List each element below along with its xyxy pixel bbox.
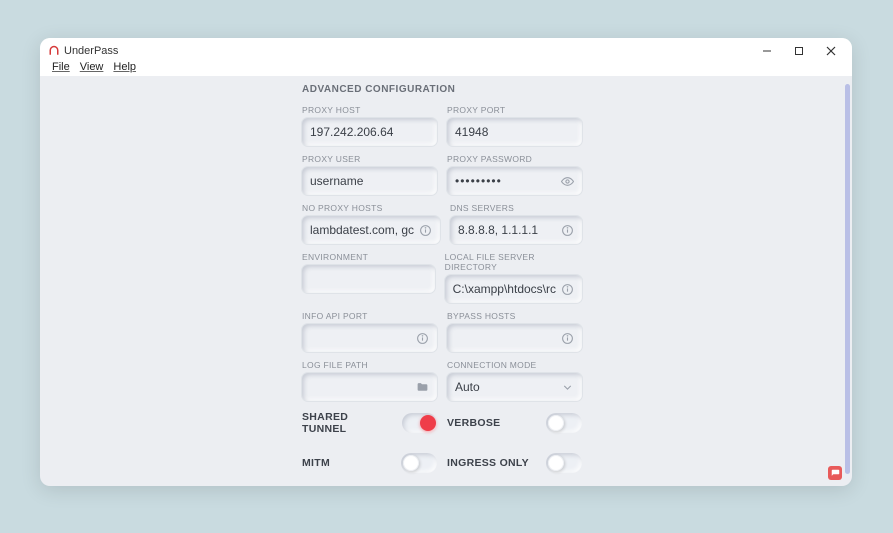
toggle-shared-tunnel-group: SHARED TUNNEL xyxy=(302,411,437,435)
field-conn-mode: CONNECTION MODE Auto xyxy=(447,360,582,401)
field-dns-servers: DNS SERVERS 8.8.8.8, 1.1.1.1 xyxy=(450,203,582,244)
app-logo-icon xyxy=(48,45,60,57)
info-icon[interactable] xyxy=(560,331,574,345)
app-window: UnderPass File View Help ADVANCED CONFIG… xyxy=(40,38,852,486)
input-no-proxy[interactable]: lambdatest.com, gc xyxy=(302,216,440,244)
menu-file[interactable]: File xyxy=(48,61,74,73)
label-conn-mode: CONNECTION MODE xyxy=(447,360,582,370)
maximize-button[interactable] xyxy=(792,44,806,58)
scroll-region: ADVANCED CONFIGURATION PROXY HOST 197.24… xyxy=(40,76,844,486)
info-icon[interactable] xyxy=(418,223,432,237)
titlebar: UnderPass xyxy=(40,38,852,60)
info-icon[interactable] xyxy=(560,282,574,296)
close-button[interactable] xyxy=(824,44,838,58)
input-proxy-host[interactable]: 197.242.206.64 xyxy=(302,118,437,146)
toggle-mitm-group: MITM xyxy=(302,453,437,473)
menubar: File View Help xyxy=(40,60,852,76)
toggle-mitm[interactable] xyxy=(401,453,437,473)
field-local-dir: LOCAL FILE SERVER DIRECTORY C:\xampp\htd… xyxy=(445,252,582,303)
label-mitm: MITM xyxy=(302,457,330,469)
label-verbose: VERBOSE xyxy=(447,417,500,429)
notification-badge[interactable] xyxy=(828,466,842,480)
input-environment[interactable] xyxy=(302,265,435,293)
label-local-dir: LOCAL FILE SERVER DIRECTORY xyxy=(445,252,582,272)
input-proxy-port[interactable]: 41948 xyxy=(447,118,582,146)
window-title: UnderPass xyxy=(64,45,118,57)
field-bypass-hosts: BYPASS HOSTS xyxy=(447,311,582,352)
input-log-file[interactable] xyxy=(302,373,437,401)
label-log-file: LOG FILE PATH xyxy=(302,360,437,370)
label-ingress: INGRESS ONLY xyxy=(447,457,529,469)
info-icon[interactable] xyxy=(415,331,429,345)
field-proxy-port: PROXY PORT 41948 xyxy=(447,105,582,146)
window-controls xyxy=(760,44,846,58)
input-local-dir[interactable]: C:\xampp\htdocs\rc xyxy=(445,275,582,303)
toggle-verbose[interactable] xyxy=(546,413,582,433)
toggle-ingress[interactable] xyxy=(546,453,582,473)
field-log-file: LOG FILE PATH xyxy=(302,360,437,401)
label-dns-servers: DNS SERVERS xyxy=(450,203,582,213)
input-proxy-password[interactable]: ••••••••• xyxy=(447,167,582,195)
eye-icon[interactable] xyxy=(560,174,574,188)
input-bypass-hosts[interactable] xyxy=(447,324,582,352)
toggle-verbose-group: VERBOSE xyxy=(447,413,582,433)
field-proxy-host: PROXY HOST 197.242.206.64 xyxy=(302,105,437,146)
label-proxy-password: PROXY PASSWORD xyxy=(447,154,582,164)
field-proxy-user: PROXY USER username xyxy=(302,154,437,195)
minimize-button[interactable] xyxy=(760,44,774,58)
menu-view[interactable]: View xyxy=(76,61,108,73)
field-info-api: INFO API PORT xyxy=(302,311,437,352)
folder-icon[interactable] xyxy=(415,380,429,394)
field-proxy-password: PROXY PASSWORD ••••••••• xyxy=(447,154,582,195)
label-shared-tunnel: SHARED TUNNEL xyxy=(302,411,394,435)
label-proxy-host: PROXY HOST xyxy=(302,105,437,115)
section-title: ADVANCED CONFIGURATION xyxy=(302,84,582,95)
label-no-proxy: NO PROXY HOSTS xyxy=(302,203,440,213)
input-info-api[interactable] xyxy=(302,324,437,352)
content-area: ADVANCED CONFIGURATION PROXY HOST 197.24… xyxy=(40,76,852,486)
label-proxy-user: PROXY USER xyxy=(302,154,437,164)
info-icon[interactable] xyxy=(560,223,574,237)
select-conn-mode[interactable]: Auto xyxy=(447,373,582,401)
input-dns-servers[interactable]: 8.8.8.8, 1.1.1.1 xyxy=(450,216,582,244)
field-environment: ENVIRONMENT xyxy=(302,252,435,303)
field-no-proxy: NO PROXY HOSTS lambdatest.com, gc xyxy=(302,203,440,244)
label-info-api: INFO API PORT xyxy=(302,311,437,321)
label-bypass-hosts: BYPASS HOSTS xyxy=(447,311,582,321)
input-proxy-user[interactable]: username xyxy=(302,167,437,195)
advanced-config-form: ADVANCED CONFIGURATION PROXY HOST 197.24… xyxy=(302,84,582,486)
chevron-down-icon xyxy=(560,380,574,394)
menu-help[interactable]: Help xyxy=(109,61,140,73)
scrollbar-thumb[interactable] xyxy=(845,84,850,474)
label-environment: ENVIRONMENT xyxy=(302,252,435,262)
toggle-shared-tunnel[interactable] xyxy=(402,413,437,433)
toggle-ingress-group: INGRESS ONLY xyxy=(447,453,582,473)
label-proxy-port: PROXY PORT xyxy=(447,105,582,115)
